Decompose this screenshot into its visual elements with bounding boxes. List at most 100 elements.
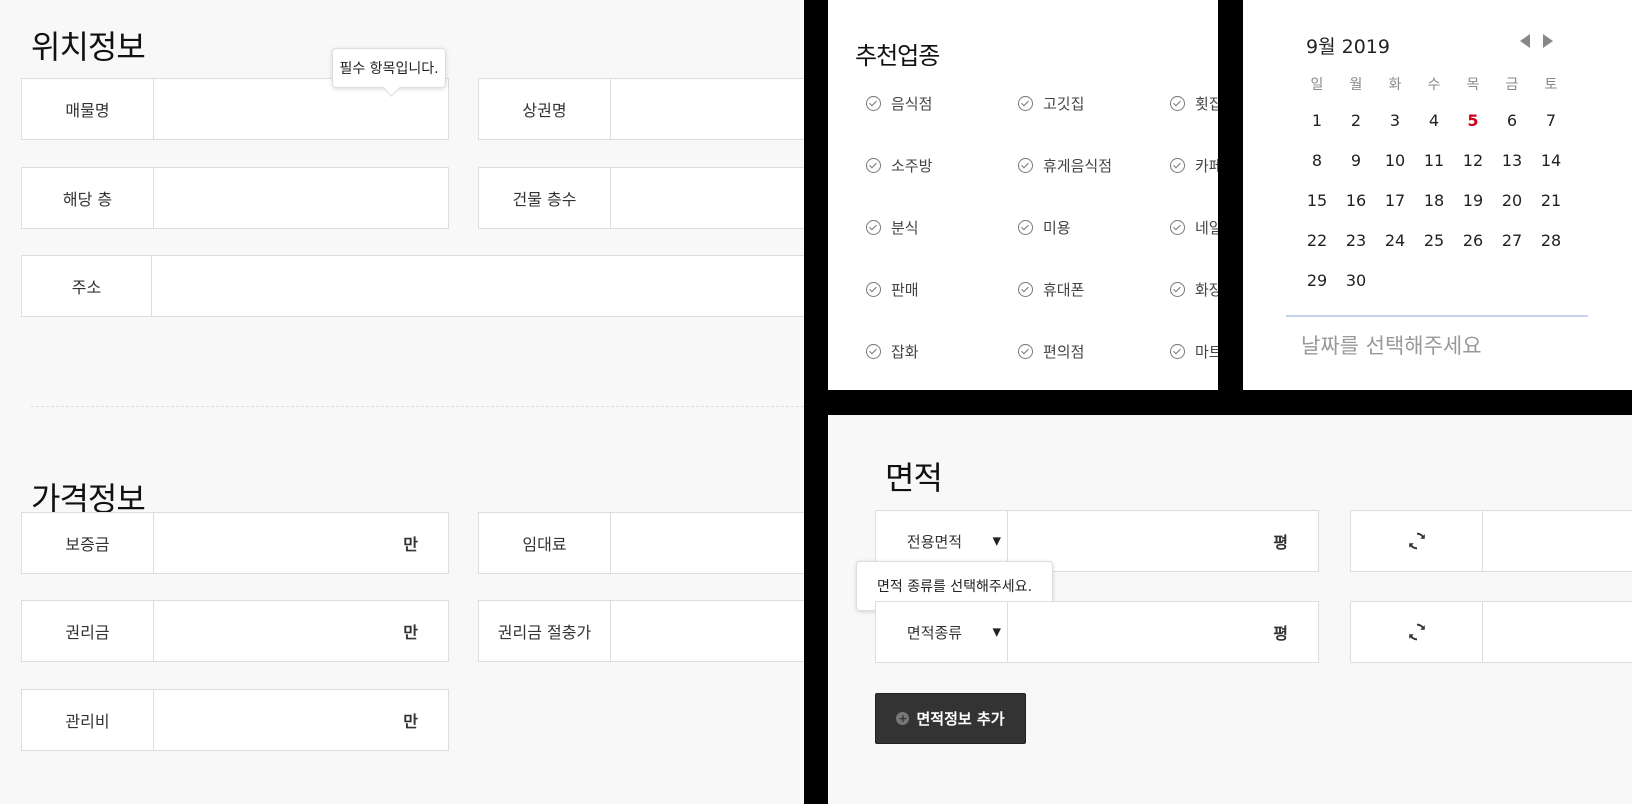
check-circle-icon xyxy=(1018,220,1033,235)
floor-label: 해당 층 xyxy=(22,168,154,228)
check-circle-icon xyxy=(1018,282,1033,297)
district-name-field: 상권명 xyxy=(478,78,804,140)
industry-option[interactable]: 미용 xyxy=(1018,217,1071,238)
industry-option-label: 소주방 xyxy=(891,157,933,175)
industry-option-label: 미용 xyxy=(1043,219,1071,237)
industry-option[interactable]: 네일 xyxy=(1170,217,1218,238)
industry-option[interactable]: 잡화 xyxy=(866,341,919,362)
industry-option-label: 분식 xyxy=(891,219,919,237)
check-circle-icon xyxy=(866,158,881,173)
calendar-panel: 9월 2019 일월화수목금토 1 2 3 4 5 6 7 8 9 10 11 12 13 14 15 16 1… xyxy=(1243,0,1632,390)
property-form-panel: 위치정보 매물명 상권명 필수 항목입니다. 해당 층 건물 층수 주소 가격정… xyxy=(0,0,804,804)
date-input[interactable]: 날짜를 선택해주세요 xyxy=(1301,330,1482,360)
industry-option[interactable]: 화장 xyxy=(1170,279,1218,300)
calendar-day[interactable]: 12 xyxy=(1455,151,1491,170)
calendar-day[interactable]: 16 xyxy=(1338,191,1374,210)
calendar-day[interactable]: 9 xyxy=(1338,151,1374,170)
check-circle-icon xyxy=(1170,158,1185,173)
check-circle-icon xyxy=(1018,344,1033,359)
industry-option[interactable]: 판매 xyxy=(866,279,919,300)
address-input[interactable] xyxy=(152,256,804,316)
calendar-day[interactable]: 20 xyxy=(1494,191,1530,210)
calendar-day[interactable]: 21 xyxy=(1533,191,1569,210)
industry-option[interactable]: 휴게음식점 xyxy=(1018,155,1112,176)
next-month-icon[interactable] xyxy=(1543,34,1553,48)
industry-option[interactable]: 휴대폰 xyxy=(1018,279,1084,300)
calendar-day[interactable]: 30 xyxy=(1338,271,1374,290)
industry-option[interactable]: 카페 xyxy=(1170,155,1218,176)
calendar-day[interactable]: 18 xyxy=(1416,191,1452,210)
area-input-2[interactable]: 평 xyxy=(1008,602,1318,662)
premium-input[interactable]: 만 xyxy=(154,601,448,661)
calendar-day[interactable]: 24 xyxy=(1377,231,1413,250)
calendar-day[interactable]: 10 xyxy=(1377,151,1413,170)
calendar-day[interactable]: 4 xyxy=(1416,111,1452,130)
calendar-day[interactable]: 27 xyxy=(1494,231,1530,250)
calendar-day[interactable]: 28 xyxy=(1533,231,1569,250)
refresh-icon[interactable] xyxy=(1351,602,1483,662)
property-name-input[interactable] xyxy=(154,79,448,139)
calendar-day[interactable]: 23 xyxy=(1338,231,1374,250)
weekday-label: 월 xyxy=(1349,77,1363,93)
deposit-label: 보증금 xyxy=(22,513,154,573)
calendar-day[interactable]: 17 xyxy=(1377,191,1413,210)
premium-negotiable-field: 권리금 절충가 xyxy=(478,600,804,662)
maintenance-fee-input[interactable]: 만 xyxy=(154,690,448,750)
calendar-day[interactable]: 13 xyxy=(1494,151,1530,170)
area-type-select-2[interactable]: 면적종류 ▼ xyxy=(876,602,1008,662)
calendar-day[interactable]: 7 xyxy=(1533,111,1569,130)
industry-option-label: 편의점 xyxy=(1043,343,1085,361)
area-row-2: 면적종류 ▼ 평 xyxy=(875,601,1319,663)
calendar-day[interactable]: 14 xyxy=(1533,151,1569,170)
industry-option[interactable]: 분식 xyxy=(866,217,919,238)
dropdown-caret-icon: ▼ xyxy=(992,625,1001,639)
industry-option-label: 음식점 xyxy=(891,95,933,113)
refresh-icon[interactable] xyxy=(1351,511,1483,571)
property-name-label: 매물명 xyxy=(22,79,154,139)
area-input-1[interactable]: 평 xyxy=(1008,511,1318,571)
calendar-day[interactable]: 15 xyxy=(1299,191,1335,210)
calendar-day[interactable]: 3 xyxy=(1377,111,1413,130)
calendar-day[interactable]: 19 xyxy=(1455,191,1491,210)
calendar-day[interactable]: 29 xyxy=(1299,271,1335,290)
industry-option-label: 휴대폰 xyxy=(1043,281,1085,299)
premium-negotiable-input[interactable] xyxy=(611,601,804,661)
area-unit-1: 평 xyxy=(1273,533,1288,552)
industry-option[interactable]: 편의점 xyxy=(1018,341,1084,362)
calendar-day[interactable]: 5 xyxy=(1455,111,1491,130)
prev-month-icon[interactable] xyxy=(1520,34,1530,48)
calendar-day[interactable]: 25 xyxy=(1416,231,1452,250)
building-floors-input[interactable] xyxy=(611,168,804,228)
industry-option[interactable]: 소주방 xyxy=(866,155,932,176)
premium-negotiable-label: 권리금 절충가 xyxy=(479,601,611,661)
weekday-label: 수 xyxy=(1427,77,1441,93)
add-area-button[interactable]: + 면적정보 추가 xyxy=(875,693,1026,744)
calendar-day[interactable]: 6 xyxy=(1494,111,1530,130)
dropdown-caret-icon: ▼ xyxy=(992,534,1001,548)
floor-input[interactable] xyxy=(154,168,448,228)
rent-label: 임대료 xyxy=(479,513,611,573)
area-convert-box-2 xyxy=(1350,601,1632,663)
rent-input[interactable] xyxy=(611,513,804,573)
check-circle-icon xyxy=(866,96,881,111)
industry-option[interactable]: 음식점 xyxy=(866,93,932,114)
district-name-input[interactable] xyxy=(611,79,804,139)
industry-option-label: 화장 xyxy=(1195,281,1218,299)
industry-option-label: 횟집 xyxy=(1195,95,1218,113)
calendar-day[interactable]: 22 xyxy=(1299,231,1335,250)
deposit-input[interactable]: 만 xyxy=(154,513,448,573)
industry-option-label: 판매 xyxy=(891,281,919,299)
industry-option[interactable]: 고깃집 xyxy=(1018,93,1084,114)
deposit-unit: 만 xyxy=(403,535,418,554)
calendar-day[interactable]: 1 xyxy=(1299,111,1335,130)
industry-option[interactable]: 횟집 xyxy=(1170,93,1218,114)
add-area-button-label: 면적정보 추가 xyxy=(916,710,1005,728)
calendar-day[interactable]: 26 xyxy=(1455,231,1491,250)
industry-option[interactable]: 마트 xyxy=(1170,341,1218,362)
calendar-day[interactable]: 2 xyxy=(1338,111,1374,130)
deposit-field: 보증금 만 xyxy=(21,512,449,574)
calendar-day[interactable]: 11 xyxy=(1416,151,1452,170)
weekday-label: 목 xyxy=(1466,77,1480,93)
weekday-label: 일 xyxy=(1310,77,1324,93)
calendar-day[interactable]: 8 xyxy=(1299,151,1335,170)
